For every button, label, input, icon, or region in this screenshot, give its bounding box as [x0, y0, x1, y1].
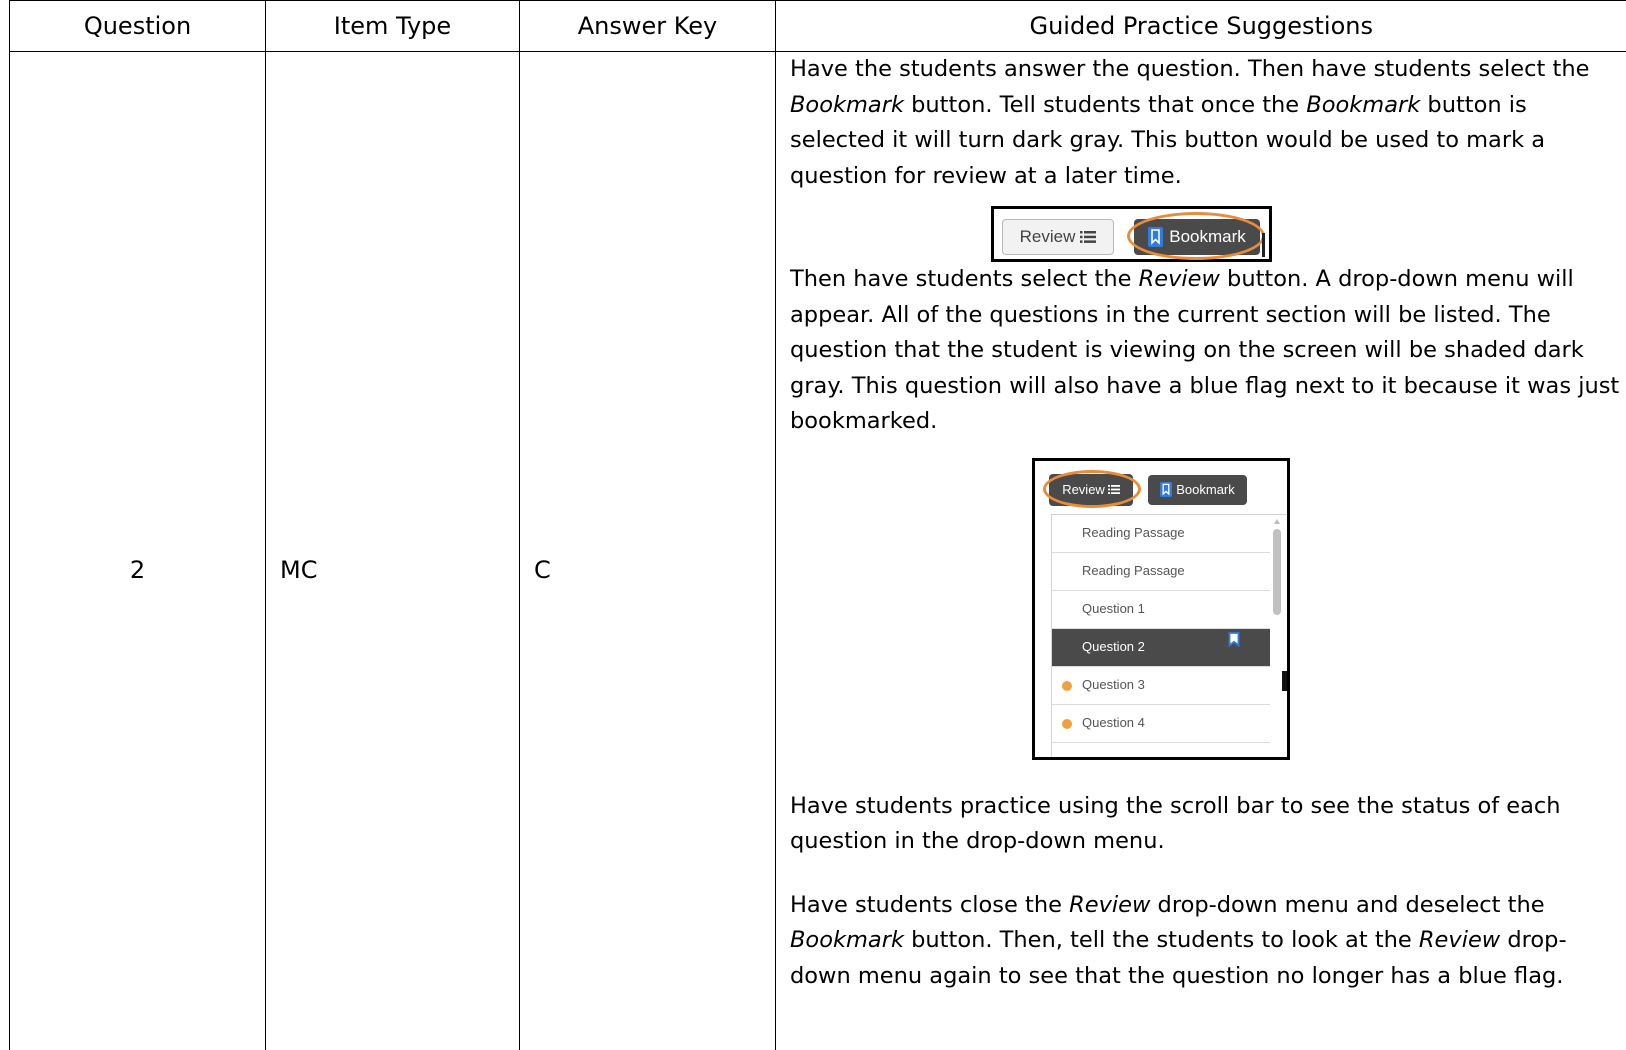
header-row: Question Item Type Answer Key Guided Pra…: [9, 0, 1626, 52]
header-answer-key: Answer Key: [519, 0, 776, 52]
highlight-ring: [1127, 212, 1265, 260]
toolbar-screenshot: Review Bookmark: [991, 206, 1272, 262]
bookmark-button-image: Bookmark: [1148, 474, 1247, 505]
question-list: Reading Passage Reading Passage Question…: [1052, 515, 1270, 743]
guide-paragraph-4: Have students close the Review drop-down…: [790, 891, 1567, 989]
list-item: Question 4: [1052, 705, 1270, 743]
list-item-current: Question 2: [1052, 628, 1270, 667]
item-type: MC: [265, 51, 520, 1050]
scrollbar-thumb: [1273, 528, 1281, 615]
header-guided-practice: Guided Practice Suggestions: [775, 0, 1626, 52]
question-number: 2: [9, 51, 266, 1050]
image-edge: [1282, 670, 1287, 691]
review-dropdown-menu: Reading Passage Reading Passage Question…: [1051, 513, 1287, 757]
guide-paragraph-3: Have students practice using the scroll …: [790, 792, 1561, 855]
status-dot-icon: [1062, 680, 1072, 691]
list-item: Question 3: [1052, 667, 1270, 705]
guided-practice-cell: Have the students answer the question. T…: [775, 51, 1626, 1050]
bookmark-flag-icon: [1228, 631, 1240, 647]
list-item: Reading Passage: [1052, 553, 1270, 591]
header-item-type: Item Type: [265, 0, 520, 52]
header-question: Question: [9, 0, 266, 52]
scroll-up-icon: [1274, 518, 1280, 524]
guided-practice-table: Question Item Type Answer Key Guided Pra…: [9, 0, 1626, 1050]
highlight-ring: [1043, 469, 1141, 508]
table-row: 2 MC C Have the students answer the ques…: [9, 51, 1626, 1050]
guide-paragraph-2: Then have students select the Review but…: [790, 266, 1620, 434]
bookmark-icon: [1160, 482, 1173, 497]
answer-key: C: [519, 51, 776, 1050]
review-dropdown-screenshot: Review Bookmark Reading Passage Reading …: [1032, 457, 1290, 760]
guide-paragraph-1: Have the students answer the question. T…: [790, 56, 1590, 189]
scrollbar: [1273, 518, 1281, 757]
list-icon: [1080, 231, 1097, 243]
status-dot-icon: [1062, 718, 1072, 729]
list-item: Reading Passage: [1052, 515, 1270, 553]
list-item: Question 1: [1052, 591, 1270, 629]
image-edge: [1262, 233, 1265, 257]
review-button-image: Review: [1002, 219, 1114, 255]
